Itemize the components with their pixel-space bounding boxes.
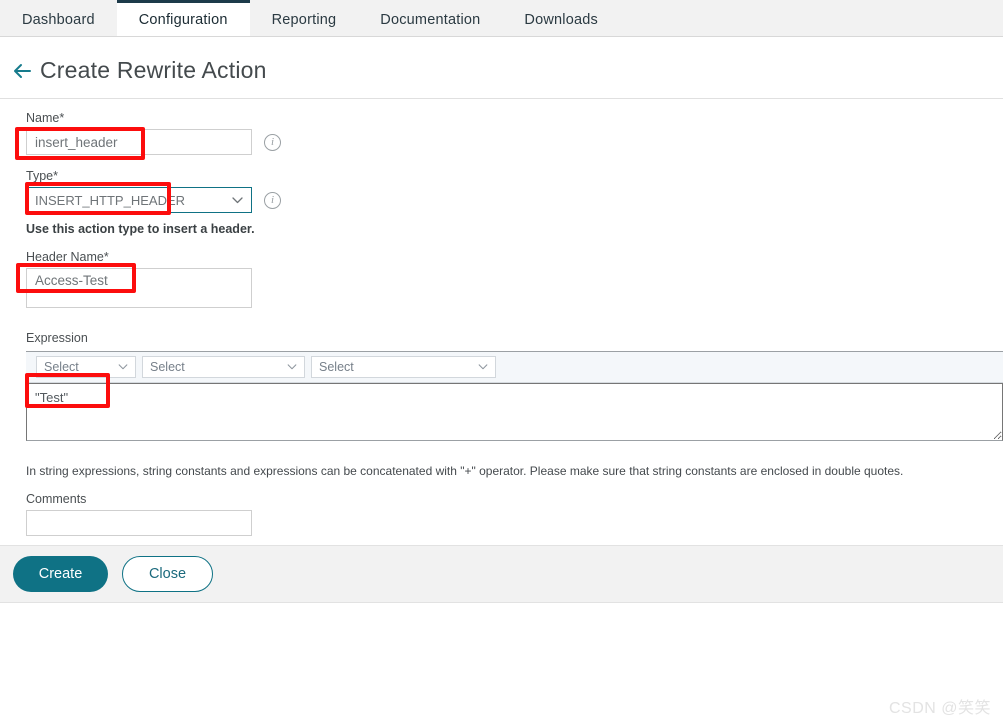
header-name-label: Header Name* (26, 250, 109, 264)
tab-label: Reporting (271, 11, 337, 28)
arrow-left-icon[interactable] (8, 57, 34, 83)
expression-select-3-value: Select (319, 360, 354, 374)
expression-toolbar: Select Select Select (26, 351, 1003, 383)
comments-input[interactable] (26, 510, 252, 536)
info-circle-icon[interactable]: i (264, 133, 281, 151)
tab-label: Downloads (524, 11, 598, 28)
chevron-down-icon (478, 364, 488, 370)
info-circle-icon[interactable]: i (264, 191, 281, 209)
page-title: Create Rewrite Action (40, 56, 267, 83)
chevron-down-icon (118, 364, 128, 370)
name-input[interactable] (26, 129, 252, 155)
comments-field-group: Comments (26, 492, 1003, 536)
expression-label: Expression (26, 331, 88, 345)
tab-downloads[interactable]: Downloads (502, 0, 620, 36)
expression-select-2-value: Select (150, 360, 185, 374)
type-label: Type* (26, 169, 58, 183)
type-helper-text: Use this action type to insert a header. (26, 222, 255, 236)
tab-label: Configuration (138, 11, 228, 28)
tab-reporting[interactable]: Reporting (250, 0, 359, 36)
type-field-group: Type* INSERT_HTTP_HEADER i Use this acti… (26, 169, 1003, 236)
tab-dashboard[interactable]: Dashboard (0, 0, 117, 36)
comments-label: Comments (26, 492, 87, 506)
expression-select-1[interactable]: Select (36, 356, 136, 378)
name-label: Name* (26, 111, 65, 125)
watermark: CSDN @笑笑 (888, 700, 991, 717)
create-button[interactable]: Create (13, 556, 108, 592)
type-select-value: INSERT_HTTP_HEADER (35, 192, 186, 208)
expression-select-3[interactable]: Select (311, 356, 496, 378)
tab-label: Dashboard (22, 11, 95, 28)
chevron-down-icon (232, 196, 243, 203)
expression-note: In string expressions, string constants … (26, 464, 904, 478)
app-root: Dashboard Configuration Reporting Docume… (0, 0, 1003, 726)
expression-field-group: Expression Select Select Select "Test" I… (26, 331, 1003, 478)
page-header: Create Rewrite Action (0, 48, 1003, 92)
form-footer: Create Close (0, 545, 1003, 603)
create-rewrite-action-form: Name* i Type* INSERT_HTTP_HEADER i Use t… (0, 98, 1003, 545)
type-select[interactable]: INSERT_HTTP_HEADER (26, 187, 252, 213)
close-button[interactable]: Close (122, 556, 213, 592)
expression-editor[interactable] (26, 383, 1003, 441)
top-tab-bar: Dashboard Configuration Reporting Docume… (0, 0, 1003, 37)
tab-label: Documentation (380, 11, 481, 28)
header-name-input[interactable] (26, 268, 252, 308)
chevron-down-icon (287, 364, 297, 370)
tab-documentation[interactable]: Documentation (358, 0, 502, 36)
expression-select-1-value: Select (44, 360, 79, 374)
name-field-group: Name* i (26, 111, 1003, 155)
header-name-field-group: Header Name* (26, 250, 1003, 313)
tab-configuration[interactable]: Configuration (116, 0, 250, 36)
expression-select-2[interactable]: Select (142, 356, 305, 378)
